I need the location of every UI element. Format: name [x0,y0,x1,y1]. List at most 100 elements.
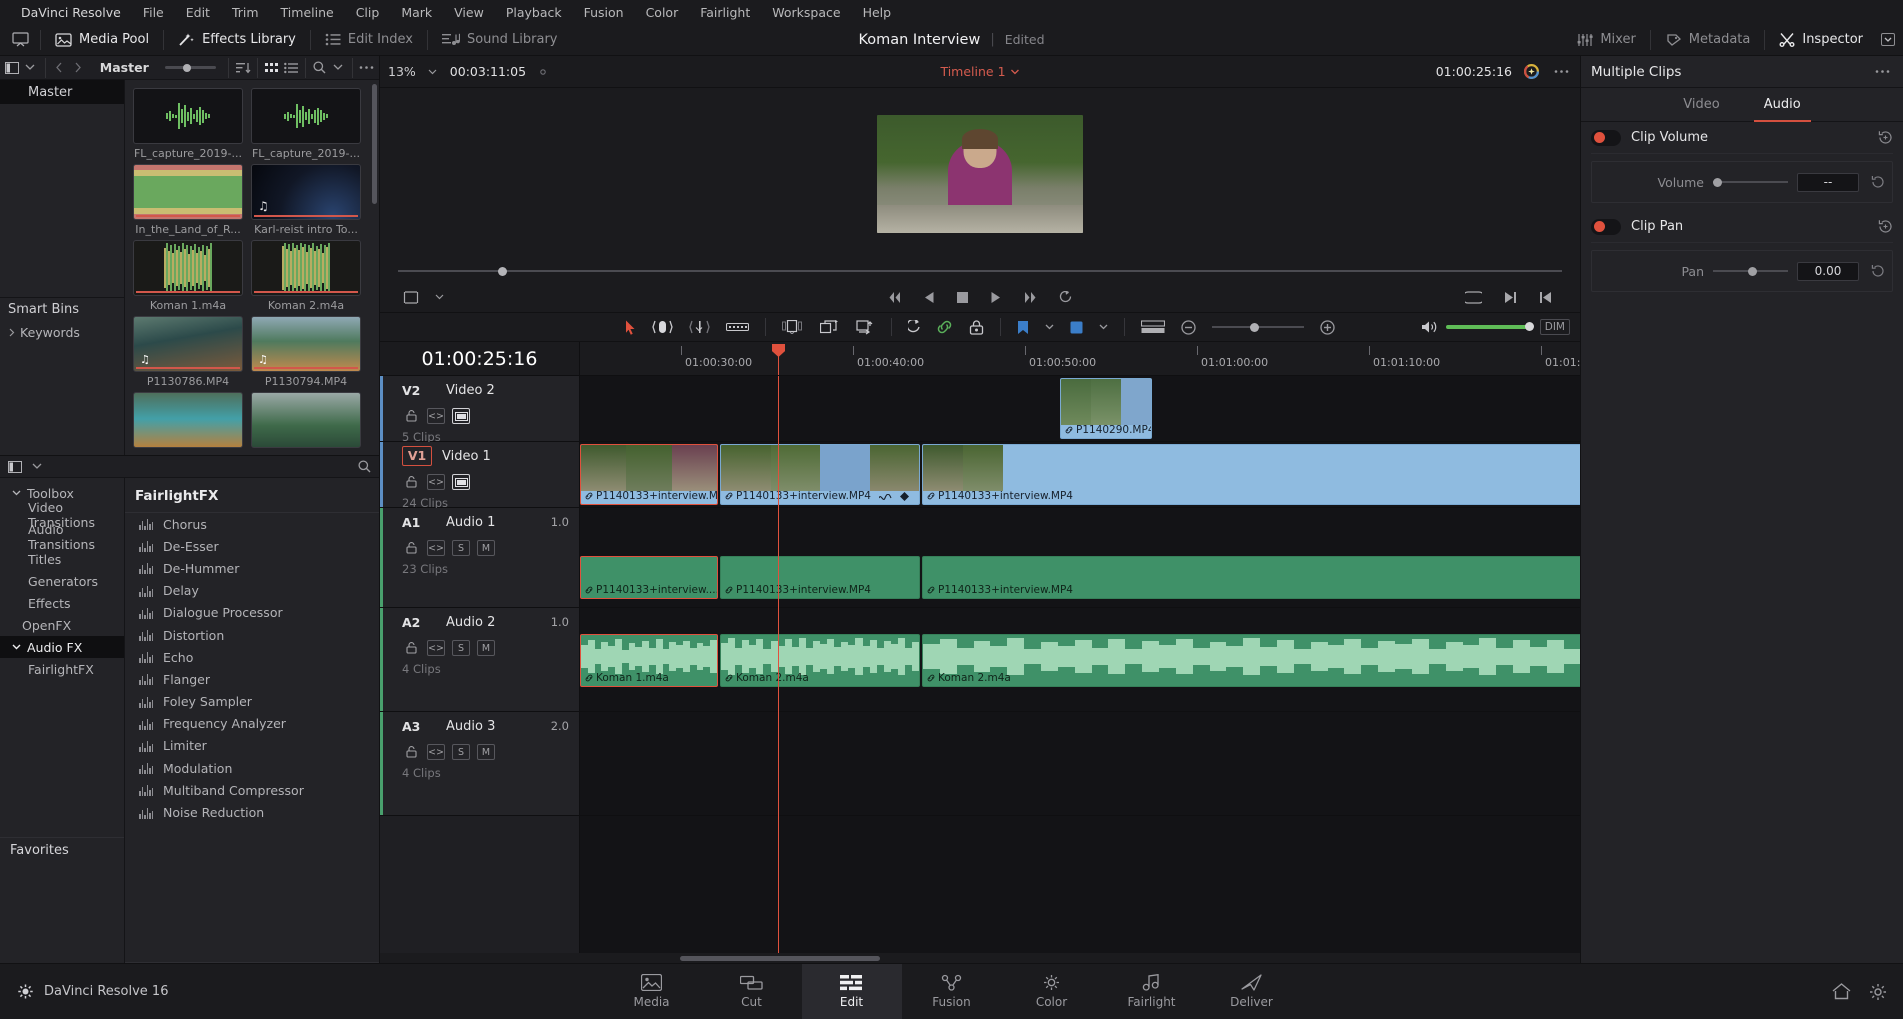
marker-color-icon[interactable] [1070,321,1083,334]
effect-item-de-hummer[interactable]: De-Hummer [125,557,379,579]
lock-icon[interactable] [402,744,420,760]
track-number[interactable]: V1 [402,446,432,466]
media-item[interactable]: ♫ P1130794.MP4 [251,316,361,388]
menu-item-timeline[interactable]: Timeline [270,5,345,20]
effect-item-delay[interactable]: Delay [125,580,379,602]
effect-item-multiband-compressor[interactable]: Multiband Compressor [125,779,379,801]
media-thumbnail[interactable] [133,392,243,448]
link-clips-icon[interactable] [936,320,953,334]
effect-item-limiter[interactable]: Limiter [125,735,379,757]
media-item[interactable]: Koman 2.m4a [251,240,361,312]
pan-slider-knob[interactable] [1747,266,1757,276]
effect-item-frequency-analyzer[interactable]: Frequency Analyzer [125,713,379,735]
speaker-icon[interactable] [1421,320,1438,334]
chevron-down-icon[interactable] [428,287,450,307]
snapping-icon[interactable] [782,320,804,334]
metadata-button[interactable]: Metadata [1651,24,1765,56]
ruler-playhead[interactable] [772,344,785,375]
effects-category-openfx[interactable]: OpenFX [0,614,124,636]
clip-pan-toggle[interactable] [1591,218,1621,235]
auto-select-icon[interactable]: <> [427,408,445,424]
dim-button[interactable]: DIM [1539,319,1570,335]
tab-audio[interactable]: Audio [1753,88,1811,122]
scrollbar-thumb[interactable] [680,956,880,961]
lock-icon[interactable] [402,540,420,556]
grid-view-icon[interactable] [264,58,280,78]
viewer-scrubber[interactable] [380,260,1580,282]
gear-icon[interactable] [1869,983,1887,1001]
track-lane-v1[interactable]: P1140133+interview.MP4 P1140133+intervie… [580,442,1580,508]
page-button-media[interactable]: Media [602,964,702,1019]
clip-volume-toggle[interactable] [1591,129,1621,146]
volume-slider-knob[interactable] [1713,177,1722,187]
chevron-down-icon[interactable] [1099,324,1108,330]
volume-slider[interactable] [1445,322,1534,331]
effects-category-titles[interactable]: Titles [0,548,124,570]
menu-item-view[interactable]: View [443,5,495,20]
effect-item-de-esser[interactable]: De-Esser [125,535,379,557]
volume-slider[interactable] [1713,177,1788,187]
page-button-color[interactable]: Color [1002,964,1102,1019]
reset-keyframe-icon[interactable] [1878,130,1893,145]
track-header-v2[interactable]: V2 Video 2 <> 5 Clips [380,376,579,444]
media-item[interactable]: FL_capture_2019-... [251,88,361,160]
timeline-clip[interactable]: Koman 2.m4a [922,634,1580,687]
menu-item-color[interactable]: Color [635,5,690,20]
timeline-track-lanes[interactable]: P1140290.MP4 P1140133+interview.MP4 P114… [580,376,1580,953]
prev-edit-icon[interactable] [1539,291,1552,304]
reset-keyframe-icon[interactable] [1878,219,1893,234]
next-keyframe-icon[interactable] [1023,291,1037,304]
solo-button[interactable]: S [452,540,470,556]
media-thumbnail[interactable] [133,164,243,220]
mute-button[interactable]: M [477,640,495,656]
media-thumbnail[interactable]: ♫ [133,316,243,372]
effect-item-dialogue-processor[interactable]: Dialogue Processor [125,602,379,624]
expand-panel-icon[interactable] [1877,30,1899,50]
media-thumbnail[interactable]: ♫ [251,164,361,220]
sound-library-button[interactable]: Sound Library [428,24,572,56]
flag-marker-icon[interactable] [820,320,839,334]
page-button-deliver[interactable]: Deliver [1202,964,1302,1019]
project-manager-icon[interactable] [0,30,40,50]
edit-index-button[interactable]: Edit Index [311,24,427,56]
keyframe-diamond-icon[interactable] [900,492,909,501]
filmstrip-icon[interactable] [452,408,470,424]
play-icon[interactable] [990,291,1001,304]
media-thumbnail[interactable] [251,392,361,448]
effect-item-flanger[interactable]: Flanger [125,668,379,690]
media-item[interactable] [251,392,361,448]
media-thumbnail[interactable] [251,88,361,144]
smart-bin-keywords[interactable]: Keywords [0,321,124,343]
menu-item-file[interactable]: File [132,5,175,20]
media-item[interactable]: ♫ Karl-reist intro To... [251,164,361,236]
smart-bins-header[interactable]: Smart Bins [0,297,124,321]
track-header-a3[interactable]: A3 Audio 3 2.0 <> S M 4 Clips [380,712,579,816]
volume-value[interactable]: -- [1797,172,1859,192]
razor-edit-mode-icon[interactable] [726,321,749,333]
menu-item-edit[interactable]: Edit [175,5,221,20]
media-item[interactable]: FL_capture_2019-... [133,88,243,160]
track-gain[interactable]: 2.0 [551,719,569,733]
media-pool-grid[interactable]: FL_capture_2019-... FL_capture_2019-... [125,80,379,455]
track-name[interactable]: Video 2 [446,383,495,398]
fit-screen-icon[interactable] [1465,290,1482,304]
timeline-zoom-slider[interactable] [1212,322,1304,332]
menu-item-workspace[interactable]: Workspace [761,5,851,20]
swap-clip-icon[interactable] [855,319,875,335]
timeline-clip[interactable]: P1140133+interview.MP4 [720,556,920,599]
color-wheel-icon[interactable] [1520,62,1542,82]
media-item[interactable]: ♫ P1130786.MP4 [133,316,243,388]
chevron-down-icon[interactable] [422,62,444,82]
search-options-chevron-icon[interactable] [330,58,346,78]
effect-item-chorus[interactable]: Chorus [125,513,379,535]
pan-slider[interactable] [1713,266,1788,276]
lock-icon[interactable] [402,408,420,424]
trim-edit-mode-icon[interactable] [652,320,673,334]
media-item[interactable]: In_the_Land_of_R... [133,164,243,236]
solo-button[interactable]: S [452,744,470,760]
effects-category-audio-transitions[interactable]: Audio Transitions [0,522,124,552]
track-name[interactable]: Audio 3 [446,719,495,734]
media-thumbnail[interactable] [133,88,243,144]
track-gain[interactable]: 1.0 [551,615,569,629]
stop-icon[interactable] [956,291,968,303]
